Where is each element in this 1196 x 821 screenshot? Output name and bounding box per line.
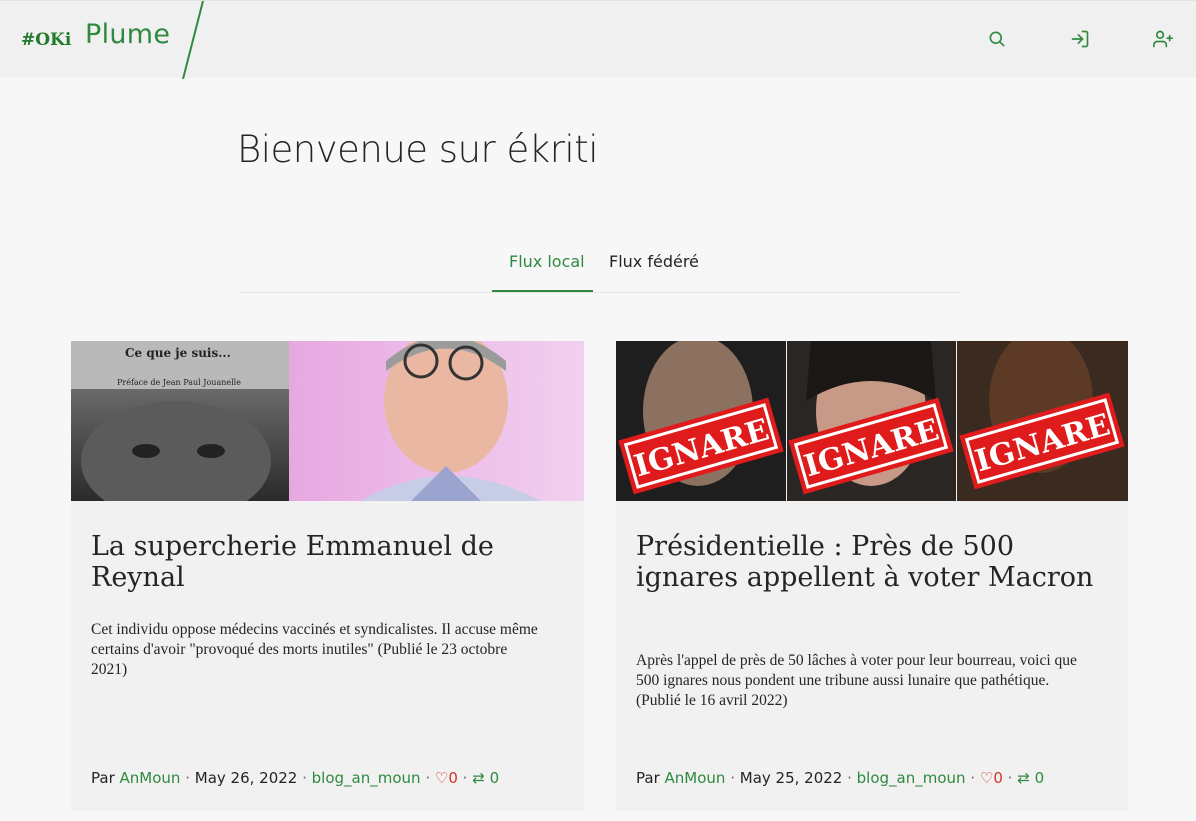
search-icon	[989, 31, 1005, 47]
article-title[interactable]: La supercherie Emmanuel de Reynal	[91, 531, 566, 593]
log-in-button[interactable]	[1068, 27, 1092, 51]
top-navbar: #OKi Plume	[0, 0, 1196, 79]
feed-tabs: Flux local Flux fédéré	[240, 246, 960, 293]
book-preface-text: Préface de Jean Paul Jouanelle	[117, 378, 241, 387]
blog-link[interactable]: blog_an_moun	[312, 769, 421, 787]
search-button[interactable]	[985, 27, 1009, 51]
article-title[interactable]: Présidentielle : Près de 500 ignares app…	[636, 531, 1111, 593]
likes-count: 0	[448, 769, 458, 787]
blog-link[interactable]: blog_an_moun	[857, 769, 966, 787]
by-label: Par	[636, 769, 660, 787]
tab-federated-feed[interactable]: Flux fédéré	[609, 246, 709, 292]
by-label: Par	[91, 769, 115, 787]
heart-icon: ♡	[434, 769, 449, 787]
likes-count: 0	[993, 769, 1003, 787]
article-meta: Par AnMoun · May 25, 2022 · blog_an_moun…	[636, 769, 1045, 787]
svg-text:#OKi: #OKi	[21, 30, 71, 48]
cover-illustration: Ce que je suis... Préface de Jean Paul J…	[71, 341, 584, 501]
cover-illustration: IGNARE IGNARE IGNARE	[616, 341, 1128, 501]
book-title-text: Ce que je suis...	[125, 346, 231, 360]
site-logo[interactable]: #OKi	[21, 28, 72, 50]
logo-image: #OKi	[21, 30, 72, 50]
article-excerpt: Après l'appel de près de 50 lâches à vot…	[636, 652, 1077, 709]
repeat-icon: ⇄	[472, 769, 485, 787]
article-meta: Par AnMoun · May 26, 2022 · blog_an_moun…	[91, 769, 500, 787]
app-name-link[interactable]: Plume	[85, 19, 170, 50]
author-link[interactable]: AnMoun	[120, 769, 181, 787]
page-title: Bienvenue sur ékriti	[237, 128, 598, 171]
log-in-icon	[1071, 30, 1089, 48]
reshares-count: 0	[489, 769, 500, 787]
article-card[interactable]: IGNARE IGNARE IGNARE Présidentielle : Pr…	[616, 341, 1128, 811]
repeat-icon: ⇄	[1017, 769, 1030, 787]
sign-up-button[interactable]	[1151, 27, 1175, 51]
tab-local-feed[interactable]: Flux local	[492, 246, 593, 292]
article-cover-image[interactable]: IGNARE IGNARE IGNARE	[616, 341, 1128, 501]
article-cover-image[interactable]: Ce que je suis... Préface de Jean Paul J…	[71, 341, 584, 501]
reshares-count: 0	[1034, 769, 1045, 787]
article-date: May 25, 2022	[739, 769, 843, 787]
article-excerpt: Cet individu oppose médecins vaccinés et…	[91, 621, 538, 678]
user-plus-icon	[1153, 30, 1173, 48]
header-divider	[182, 1, 204, 79]
heart-icon: ♡	[979, 769, 994, 787]
article-card[interactable]: Ce que je suis... Préface de Jean Paul J…	[71, 341, 584, 811]
author-link[interactable]: AnMoun	[665, 769, 726, 787]
article-date: May 26, 2022	[194, 769, 298, 787]
